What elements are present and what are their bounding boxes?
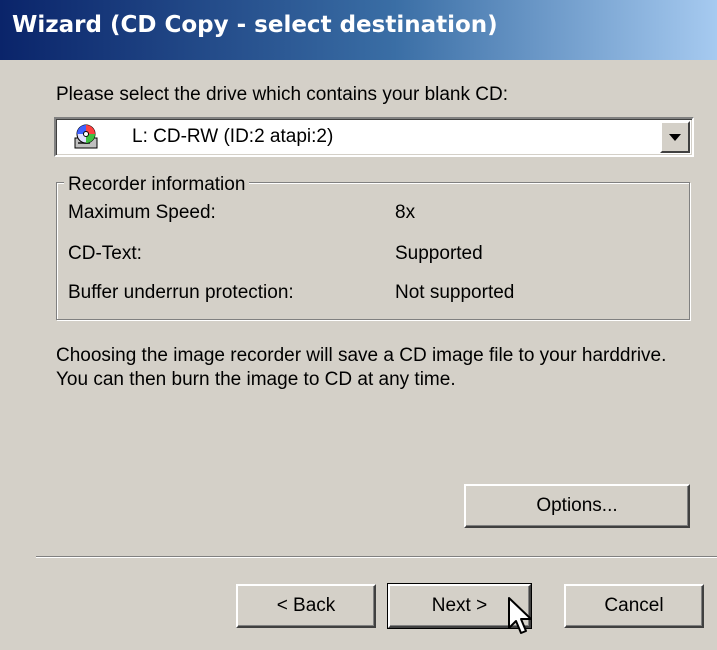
back-button[interactable]: < Back — [236, 584, 376, 628]
window-title: Wizard (CD Copy - select destination) — [12, 12, 498, 38]
max-speed-label: Maximum Speed: — [68, 202, 216, 223]
cd-text-label: CD-Text: — [68, 243, 142, 264]
drive-select-prompt: Please select the drive which contains y… — [56, 84, 509, 105]
image-recorder-description: Choosing the image recorder will save a … — [56, 345, 667, 390]
button-separator — [36, 556, 717, 558]
buffer-underrun-label: Buffer underrun protection: — [68, 282, 294, 303]
max-speed-value: 8x — [395, 202, 416, 223]
drive-select-value: L: CD-RW (ID:2 atapi:2) — [132, 126, 334, 147]
cd-text-value: Supported — [395, 243, 483, 264]
options-button[interactable]: Options... — [464, 484, 690, 528]
recorder-info-legend: Recorder information — [64, 174, 250, 196]
buffer-underrun-value: Not supported — [395, 282, 515, 303]
cancel-button[interactable]: Cancel — [564, 584, 704, 628]
chevron-down-icon — [669, 133, 681, 141]
cd-drive-icon — [74, 124, 98, 149]
mouse-pointer-icon — [508, 597, 532, 634]
title-bar[interactable]: Wizard (CD Copy - select destination) — [0, 0, 717, 60]
drive-select-dropdown[interactable]: L: CD-RW (ID:2 atapi:2) — [54, 117, 694, 157]
dropdown-arrow-button[interactable] — [660, 121, 690, 153]
